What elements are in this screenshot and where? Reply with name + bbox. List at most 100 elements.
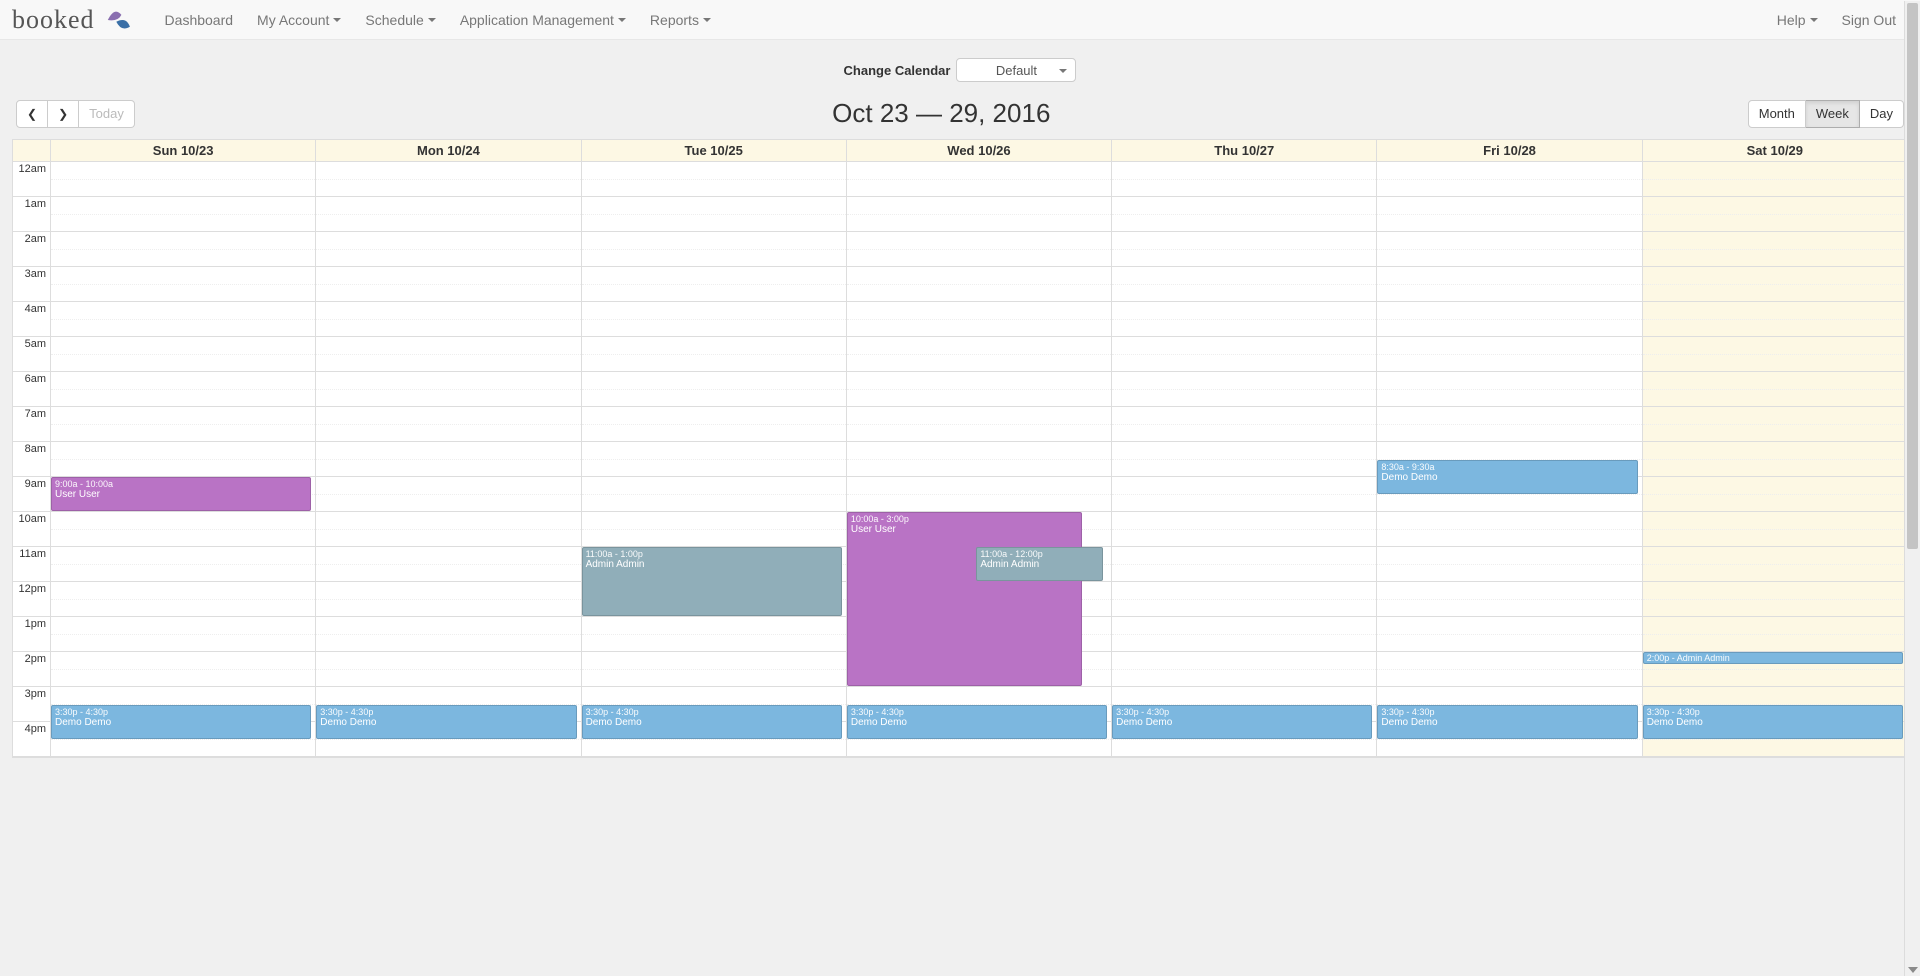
nav-dashboard[interactable]: Dashboard <box>153 0 246 40</box>
calendar-event[interactable]: 2:00p - Admin Admin <box>1643 652 1903 664</box>
hour-cell[interactable] <box>582 617 846 652</box>
hour-cell[interactable] <box>1112 512 1376 547</box>
hour-cell[interactable] <box>582 512 846 547</box>
hour-cell[interactable] <box>1377 232 1641 267</box>
hour-cell[interactable] <box>316 442 580 477</box>
view-week-button[interactable]: Week <box>1806 100 1860 128</box>
hour-cell[interactable] <box>1377 197 1641 232</box>
hour-cell[interactable] <box>1112 197 1376 232</box>
hour-cell[interactable] <box>316 372 580 407</box>
hour-cell[interactable] <box>582 197 846 232</box>
hour-cell[interactable] <box>582 337 846 372</box>
hour-cell[interactable] <box>316 547 580 582</box>
prev-button[interactable]: ❮ <box>16 100 48 128</box>
hour-cell[interactable] <box>1377 407 1641 442</box>
hour-cell[interactable] <box>847 232 1111 267</box>
nav-help[interactable]: Help <box>1765 0 1830 40</box>
hour-cell[interactable] <box>847 337 1111 372</box>
day-header[interactable]: Sun 10/23 <box>51 140 316 161</box>
hour-cell[interactable] <box>582 477 846 512</box>
hour-cell[interactable] <box>582 267 846 302</box>
hour-cell[interactable] <box>316 512 580 547</box>
day-column[interactable]: 3:30p - 4:30pDemo Demo <box>316 162 581 757</box>
hour-cell[interactable] <box>847 162 1111 197</box>
hour-cell[interactable] <box>847 197 1111 232</box>
day-column[interactable]: 3:30p - 4:30pDemo Demo <box>1112 162 1377 757</box>
hour-cell[interactable] <box>582 302 846 337</box>
hour-cell[interactable] <box>316 407 580 442</box>
hour-cell[interactable] <box>51 407 315 442</box>
hour-cell[interactable] <box>1112 407 1376 442</box>
hour-cell[interactable] <box>1643 582 1907 617</box>
calendar-event[interactable]: 10:00a - 3:00pUser User <box>847 512 1082 686</box>
today-button[interactable]: Today <box>79 100 135 128</box>
hour-cell[interactable] <box>1112 477 1376 512</box>
hour-cell[interactable] <box>1112 162 1376 197</box>
hour-cell[interactable] <box>847 302 1111 337</box>
hour-cell[interactable] <box>1643 162 1907 197</box>
calendar-select[interactable]: Default <box>956 58 1076 82</box>
hour-cell[interactable] <box>1377 162 1641 197</box>
hour-cell[interactable] <box>1112 617 1376 652</box>
hour-cell[interactable] <box>1643 512 1907 547</box>
hour-cell[interactable] <box>51 302 315 337</box>
hour-cell[interactable] <box>1643 477 1907 512</box>
calendar-event[interactable]: 3:30p - 4:30pDemo Demo <box>847 705 1107 739</box>
calendar-event[interactable]: 3:30p - 4:30pDemo Demo <box>582 705 842 739</box>
hour-cell[interactable] <box>51 372 315 407</box>
hour-cell[interactable] <box>316 337 580 372</box>
hour-cell[interactable] <box>1377 582 1641 617</box>
hour-cell[interactable] <box>847 407 1111 442</box>
hour-cell[interactable] <box>1643 232 1907 267</box>
hour-cell[interactable] <box>1377 372 1641 407</box>
hour-cell[interactable] <box>51 232 315 267</box>
calendar-event[interactable]: 3:30p - 4:30pDemo Demo <box>1643 705 1903 739</box>
hour-cell[interactable] <box>1112 232 1376 267</box>
view-day-button[interactable]: Day <box>1860 100 1904 128</box>
calendar-event[interactable]: 8:30a - 9:30aDemo Demo <box>1377 460 1637 494</box>
day-header[interactable]: Thu 10/27 <box>1112 140 1377 161</box>
scrollbar-thumb[interactable] <box>1907 3 1918 549</box>
day-header[interactable]: Sat 10/29 <box>1643 140 1907 161</box>
hour-cell[interactable] <box>1112 302 1376 337</box>
day-column[interactable]: 2:00p - Admin Admin 3:30p - 4:30pDemo Dem… <box>1643 162 1907 757</box>
nav-signout[interactable]: Sign Out <box>1830 0 1908 40</box>
hour-cell[interactable] <box>1377 547 1641 582</box>
hour-cell[interactable] <box>847 372 1111 407</box>
calendar-event[interactable]: 11:00a - 1:00pAdmin Admin <box>582 547 842 616</box>
hour-cell[interactable] <box>1112 267 1376 302</box>
nav-my-account[interactable]: My Account <box>245 0 353 40</box>
hour-cell[interactable] <box>582 232 846 267</box>
nav-reports[interactable]: Reports <box>638 0 723 40</box>
calendar-event[interactable]: 3:30p - 4:30pDemo Demo <box>51 705 311 739</box>
hour-cell[interactable] <box>1377 617 1641 652</box>
view-month-button[interactable]: Month <box>1748 100 1806 128</box>
next-button[interactable]: ❯ <box>48 100 79 128</box>
day-column[interactable]: 8:30a - 9:30aDemo Demo3:30p - 4:30pDemo … <box>1377 162 1642 757</box>
hour-cell[interactable] <box>1377 652 1641 687</box>
day-column[interactable]: 11:00a - 1:00pAdmin Admin 3:30p - 4:30pDe… <box>582 162 847 757</box>
hour-cell[interactable] <box>847 477 1111 512</box>
hour-cell[interactable] <box>847 267 1111 302</box>
hour-cell[interactable] <box>51 337 315 372</box>
hour-cell[interactable] <box>582 407 846 442</box>
day-header[interactable]: Tue 10/25 <box>582 140 847 161</box>
hour-cell[interactable] <box>316 232 580 267</box>
hour-cell[interactable] <box>51 512 315 547</box>
hour-cell[interactable] <box>582 162 846 197</box>
day-column[interactable]: 9:00a - 10:00aUser User3:30p - 4:30pDemo… <box>51 162 316 757</box>
nav-app-mgmt[interactable]: Application Management <box>448 0 638 40</box>
hour-cell[interactable] <box>51 582 315 617</box>
hour-cell[interactable] <box>1643 407 1907 442</box>
hour-cell[interactable] <box>1643 617 1907 652</box>
hour-cell[interactable] <box>316 162 580 197</box>
hour-cell[interactable] <box>51 162 315 197</box>
hour-cell[interactable] <box>1377 267 1641 302</box>
hour-cell[interactable] <box>1643 197 1907 232</box>
day-header[interactable]: Mon 10/24 <box>316 140 581 161</box>
hour-cell[interactable] <box>1643 302 1907 337</box>
hour-cell[interactable] <box>1643 372 1907 407</box>
hour-cell[interactable] <box>1643 267 1907 302</box>
hour-cell[interactable] <box>51 442 315 477</box>
hour-cell[interactable] <box>1377 302 1641 337</box>
